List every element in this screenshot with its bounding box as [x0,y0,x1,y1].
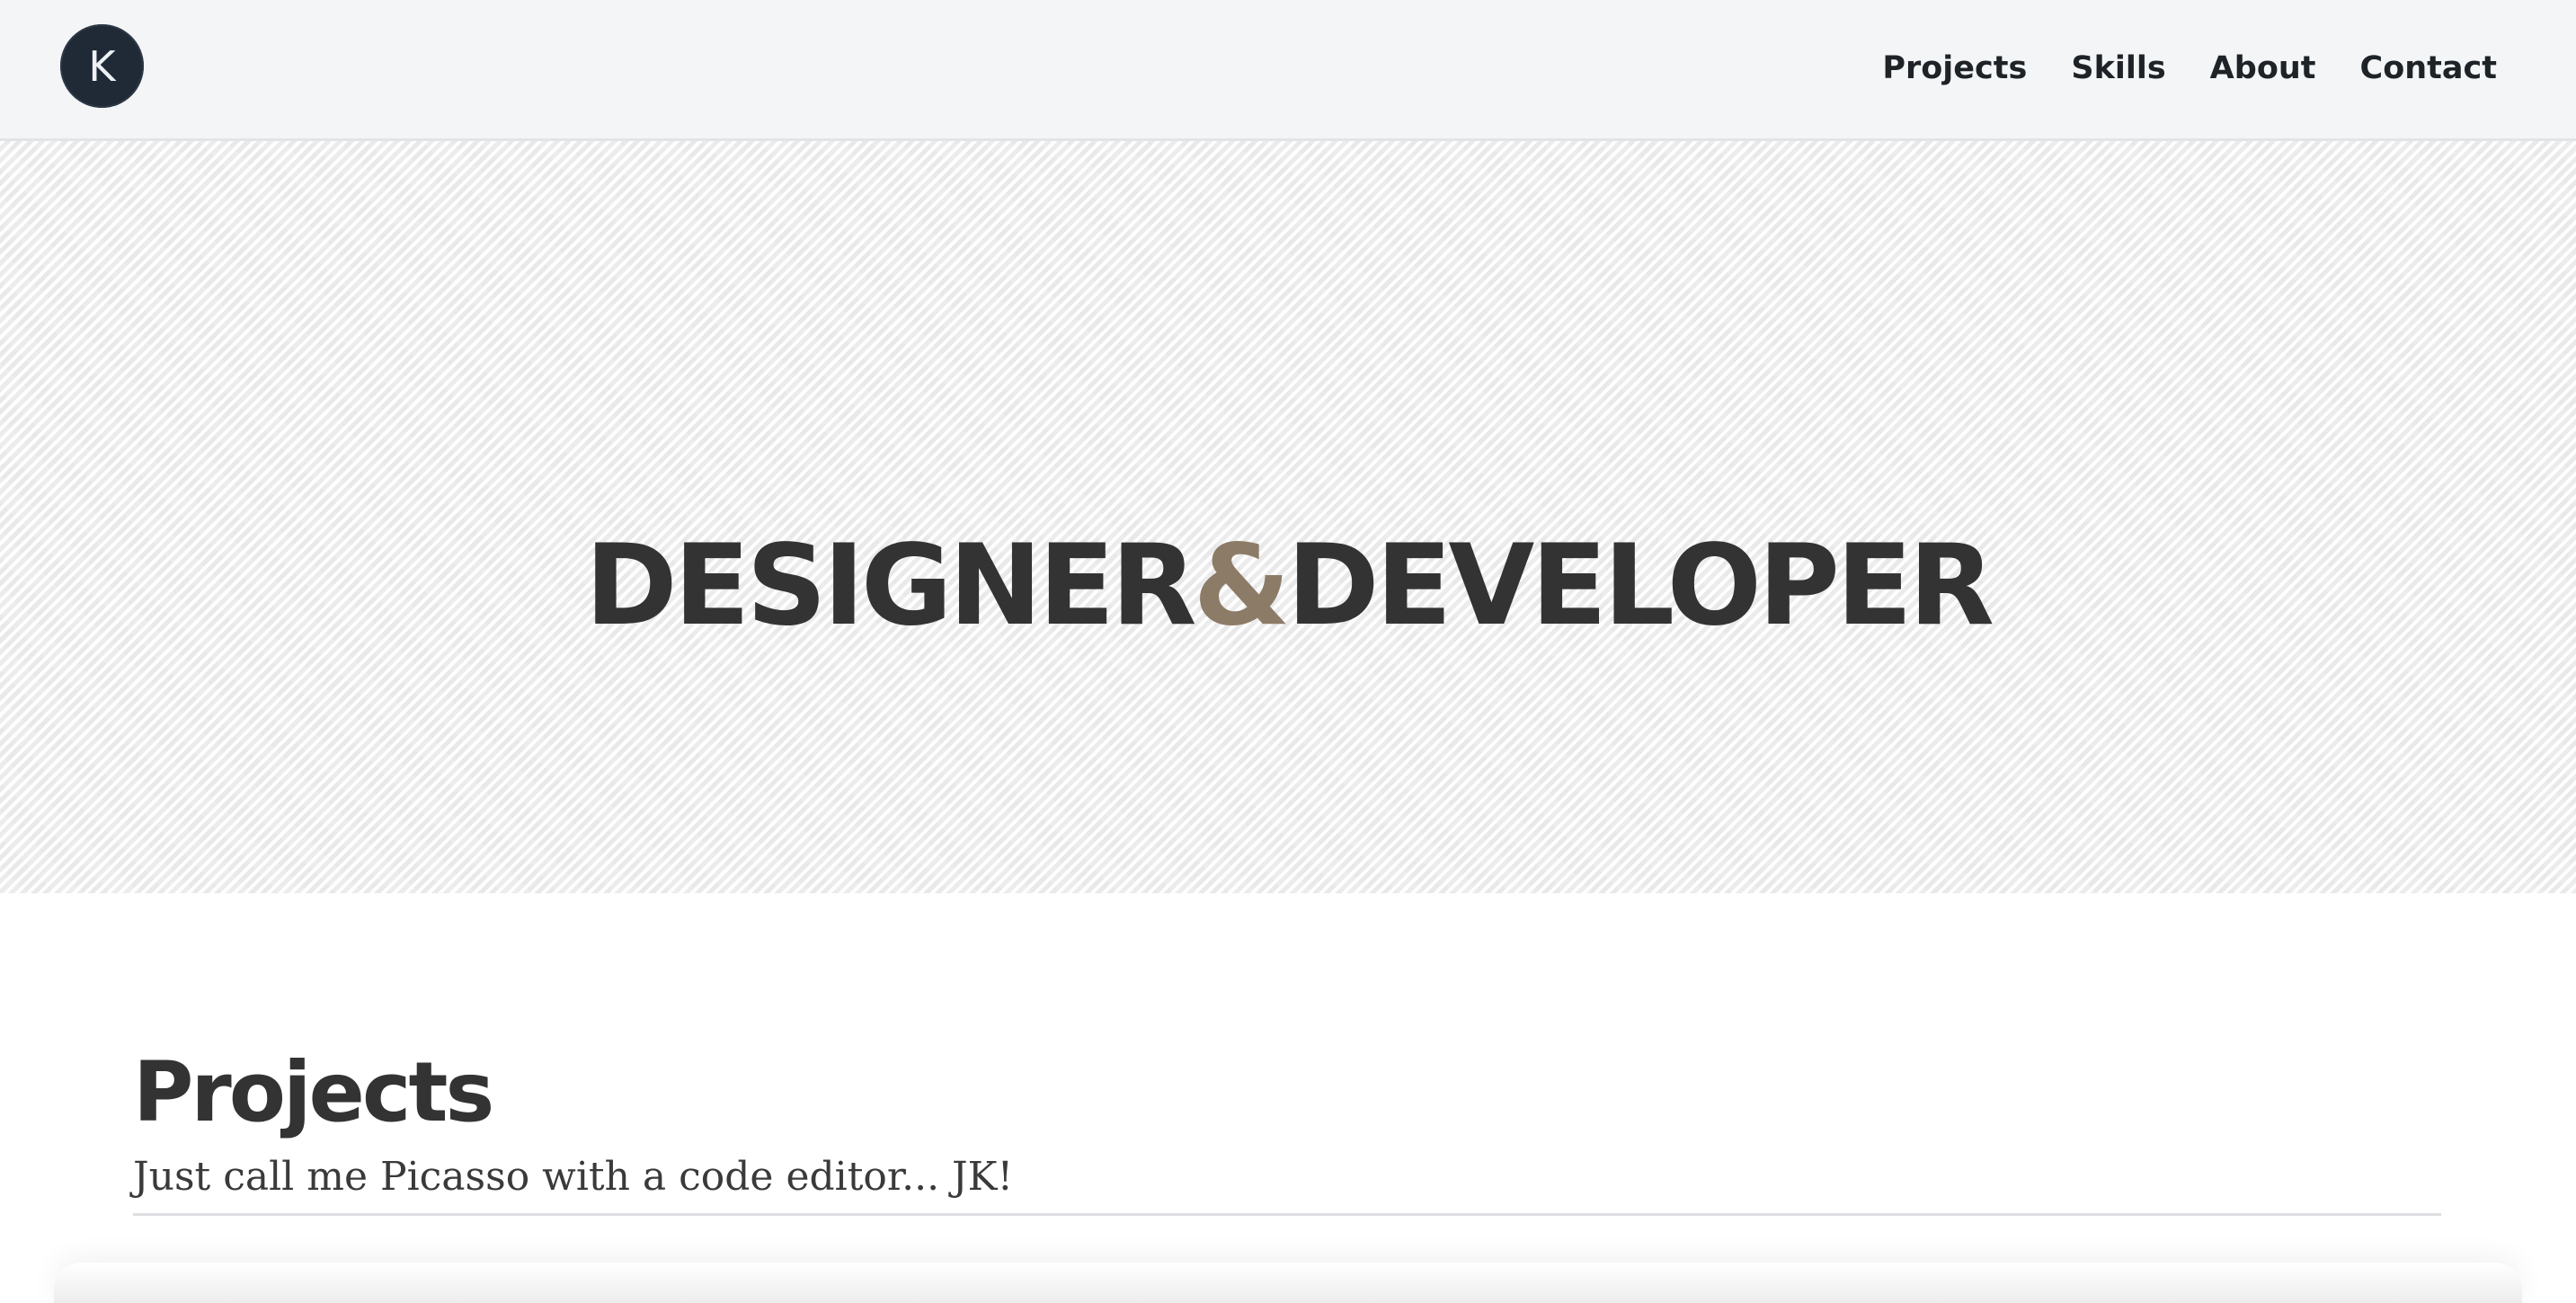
hero-title-developer: DEVELOPER [1286,521,1994,652]
section-divider [133,1213,2441,1216]
hero-title-ampersand: & [1193,521,1291,652]
projects-heading: Projects [133,1044,494,1140]
projects-subtitle: Just call me Picasso with a code editor.… [133,1154,1014,1200]
nav-link-skills[interactable]: Skills [2071,50,2165,86]
hero-title-designer: DESIGNER [584,521,1197,652]
nav-link-about[interactable]: About [2210,50,2316,86]
logo-avatar[interactable]: K [60,24,144,108]
hero-title: DESIGNER&DEVELOPER [0,530,2576,642]
main-nav: Projects Skills About Contact [1882,40,2497,97]
top-navbar: K Projects Skills About Contact [0,0,2576,141]
hero-banner: DESIGNER&DEVELOPER [0,141,2576,893]
nav-link-projects[interactable]: Projects [1882,50,2027,86]
project-card-top-edge [54,1263,2522,1303]
nav-link-contact[interactable]: Contact [2360,50,2497,86]
logo-letter: K [88,41,116,91]
